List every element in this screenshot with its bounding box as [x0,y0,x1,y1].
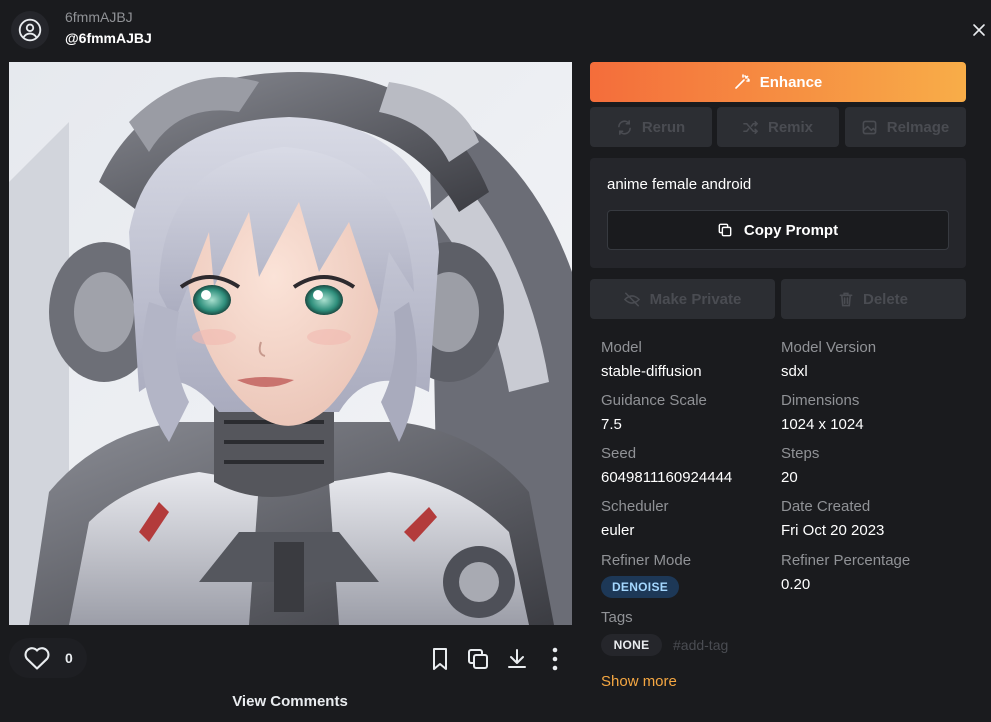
heart-icon [24,647,50,670]
bookmark-button[interactable] [424,643,456,675]
tags-label: Tags [601,609,633,626]
prompt-card: anime female android Copy Prompt [590,158,966,268]
more-options-button[interactable] [539,643,571,675]
copy-button[interactable] [462,643,494,675]
dimensions-value: 1024 x 1024 [781,416,864,433]
like-count: 0 [65,650,73,666]
refiner-mode-label: Refiner Mode [601,552,692,569]
make-private-button[interactable]: Make Private [590,279,775,319]
delete-label: Delete [862,290,909,308]
android-portrait-illustration [9,62,572,625]
steps-value: 20 [781,469,798,486]
close-icon [973,24,985,36]
trash-icon [839,292,853,306]
date-created-label: Date Created [781,498,871,515]
avatar[interactable] [11,11,49,49]
rerun-button[interactable]: Rerun [590,107,712,147]
tag-badge[interactable]: NONE [601,634,662,656]
bookmark-icon [433,648,447,670]
remix-label: Remix [767,118,814,136]
image-actions [424,643,574,675]
show-more-link[interactable]: Show more [601,673,677,690]
close-button[interactable] [968,19,990,41]
refiner-mode-badge: DENOISE [601,576,679,598]
header: 6fmmAJBJ @6fmmAJBJ [0,0,991,60]
scheduler-value: euler [601,522,635,539]
reimage-button[interactable]: ReImage [845,107,966,147]
enhance-button[interactable]: Enhance [590,62,966,102]
date-created-value: Fri Oct 20 2023 [781,522,885,539]
model-label: Model [601,339,642,356]
copy-prompt-label: Copy Prompt [743,221,839,239]
refresh-icon [617,119,631,135]
eye-off-icon [623,292,640,306]
more-vertical-icon [552,647,558,671]
remix-button[interactable]: Remix [717,107,839,147]
copy-prompt-button[interactable]: Copy Prompt [607,210,949,250]
user-handle[interactable]: @6fmmAJBJ [65,30,152,46]
model-value: stable-diffusion [601,363,702,380]
copy-icon [468,649,488,669]
shuffle-icon [743,120,758,134]
refiner-percentage-label: Refiner Percentage [781,552,911,569]
copy-icon [718,223,732,237]
model-version-label: Model Version [781,339,877,356]
scheduler-label: Scheduler [601,498,669,515]
reimage-label: ReImage [886,118,950,136]
prompt-text: anime female android [607,176,752,193]
user-circle-icon [18,18,42,42]
username: 6fmmAJBJ [65,9,133,25]
steps-label: Steps [781,445,820,462]
photo-icon [862,120,877,134]
download-icon [508,649,526,668]
wand-icon [734,74,750,89]
model-version-value: sdxl [781,363,808,380]
seed-value: 6049811160924444 [601,469,733,486]
refiner-percentage-value: 0.20 [781,576,811,593]
rerun-label: Rerun [641,118,686,136]
guidance-scale-value: 7.5 [601,416,622,433]
delete-button[interactable]: Delete [781,279,966,319]
download-button[interactable] [501,643,533,675]
enhance-label: Enhance [759,73,823,91]
make-private-label: Make Private [649,290,742,308]
add-tag-input[interactable]: #add-tag [673,637,728,653]
generated-image[interactable] [9,62,572,625]
like-button[interactable]: 0 [9,638,87,678]
guidance-scale-label: Guidance Scale [601,392,707,409]
view-comments-link[interactable]: View Comments [190,693,390,710]
dimensions-label: Dimensions [781,392,860,409]
seed-label: Seed [601,445,637,462]
